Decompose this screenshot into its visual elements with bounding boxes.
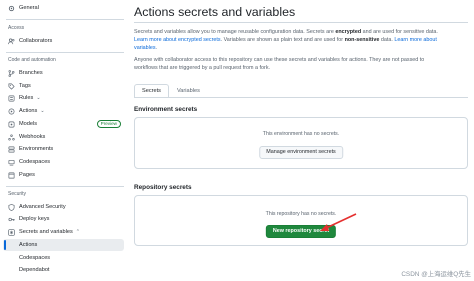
sidebar-item-codespaces[interactable]: Codespaces (3, 156, 124, 168)
encrypted-secrets-link[interactable]: Learn more about encrypted secrets (134, 37, 221, 43)
divider (6, 52, 124, 53)
divider (6, 19, 124, 20)
sidebar-item-label: Pages (19, 172, 35, 178)
people-icon (8, 38, 15, 45)
preview-badge: Preview (96, 120, 121, 128)
repository-empty-message: This repository has no secrets. (265, 211, 337, 217)
sidebar-item-label: Tags (19, 83, 31, 89)
sidebar-item-label: Deploy keys (19, 216, 50, 222)
sidebar-item-general[interactable]: General (3, 2, 124, 14)
webhook-icon (8, 134, 15, 141)
tab-variables[interactable]: Variables (169, 84, 208, 98)
asterisk-icon (8, 228, 15, 236)
environment-empty-message: This environment has no secrets. (262, 131, 340, 137)
server-icon (8, 146, 15, 153)
sidebar-item-environments[interactable]: Environments (3, 143, 124, 155)
settings-sidebar: General Access Collaborators Code and au… (0, 0, 126, 281)
repository-secrets-heading: Repository secrets (134, 184, 192, 191)
chevron-down-icon: ⌄ (36, 95, 41, 101)
browser-icon (8, 172, 15, 179)
tag-icon (8, 83, 15, 90)
environment-secrets-box: This environment has no secrets. Manage … (134, 117, 468, 169)
sidebar-item-advanced-security[interactable]: Advanced Security (3, 201, 124, 213)
active-indicator (4, 240, 6, 250)
sidebar-subitem-codespaces[interactable]: Codespaces (3, 252, 124, 264)
rules-icon (8, 95, 15, 102)
secrets-variables-tabs: Secrets Variables (134, 84, 208, 98)
sidebar-item-label: Secrets and variables (19, 229, 73, 235)
play-icon (8, 108, 15, 115)
sidebar-item-secrets-and-variables[interactable]: Secrets and variables ⌃ (3, 226, 124, 238)
sidebar-item-rules[interactable]: Rules ⌄ (3, 92, 124, 104)
models-icon (8, 121, 15, 128)
gear-icon (8, 5, 15, 12)
sidebar-item-label: Actions (19, 108, 38, 114)
sidebar-item-actions[interactable]: Actions ⌄ (3, 105, 124, 117)
sidebar-item-pages[interactable]: Pages (3, 169, 124, 181)
branch-icon (8, 69, 15, 77)
environment-secrets-heading: Environment secrets (134, 106, 198, 113)
sidebar-item-branches[interactable]: Branches (3, 67, 124, 79)
sidebar-item-deploy-keys[interactable]: Deploy keys (3, 213, 124, 225)
section-heading-access: Access (8, 25, 25, 31)
sidebar-item-models[interactable]: Models Preview (3, 118, 124, 130)
sidebar-item-webhooks[interactable]: Webhooks (3, 131, 124, 143)
csdn-watermark: CSDN @上海运维Q先生 (401, 271, 471, 278)
section-heading-code: Code and automation (8, 57, 56, 63)
sidebar-item-label: Branches (19, 70, 43, 76)
section-heading-security: Security (8, 191, 27, 197)
divider (6, 186, 124, 187)
intro-bold-encrypted: encrypted (335, 29, 362, 35)
intro-paragraph: Secrets and variables allow you to manag… (134, 28, 444, 52)
intro-text: . Variables are shown as plain text and … (220, 37, 345, 43)
sidebar-item-label: Collaborators (19, 38, 53, 44)
sidebar-item-label: Codespaces (19, 159, 51, 165)
sidebar-item-label: Codespaces (19, 255, 51, 261)
new-repository-secret-button[interactable]: New repository secret (265, 225, 337, 238)
intro-text: Secrets and variables allow you to manag… (134, 29, 336, 35)
intro-text: and are used for sensitive data. (361, 29, 438, 35)
sidebar-item-label: Advanced Security (19, 204, 66, 210)
repository-secrets-box: This repository has no secrets. New repo… (134, 195, 468, 246)
sidebar-item-label: Environments (19, 146, 54, 152)
sidebar-subitem-actions[interactable]: Actions (3, 239, 124, 251)
chevron-down-icon: ⌄ (40, 108, 45, 114)
divider (134, 97, 468, 98)
sidebar-item-label: General (19, 5, 39, 11)
divider (134, 22, 468, 23)
sidebar-item-label: Rules (19, 95, 34, 101)
key-icon (8, 216, 15, 223)
shield-icon (8, 203, 15, 211)
intro-text: . (155, 45, 158, 51)
codespaces-icon (8, 159, 15, 166)
intro-text: data. (379, 37, 395, 43)
sidebar-item-label: Dependabot (19, 267, 50, 273)
manage-environment-secrets-button[interactable]: Manage environment secrets (259, 146, 343, 159)
sidebar-item-label: Webhooks (19, 134, 46, 140)
page-title: Actions secrets and variables (134, 5, 296, 19)
intro-bold-non-sensitive: non-sensitive (344, 37, 380, 43)
sidebar-item-tags[interactable]: Tags (3, 80, 124, 92)
sidebar-item-label: Models (19, 121, 38, 127)
collaborator-access-note: Anyone with collaborator access to this … (134, 57, 425, 71)
main-content: Actions secrets and variables Secrets an… (134, 0, 468, 281)
chevron-up-icon: ⌃ (75, 229, 80, 235)
sidebar-item-label: Actions (19, 242, 38, 248)
sidebar-subitem-dependabot[interactable]: Dependabot (3, 264, 124, 276)
tab-secrets[interactable]: Secrets (134, 84, 169, 98)
sidebar-item-collaborators[interactable]: Collaborators (3, 35, 124, 47)
